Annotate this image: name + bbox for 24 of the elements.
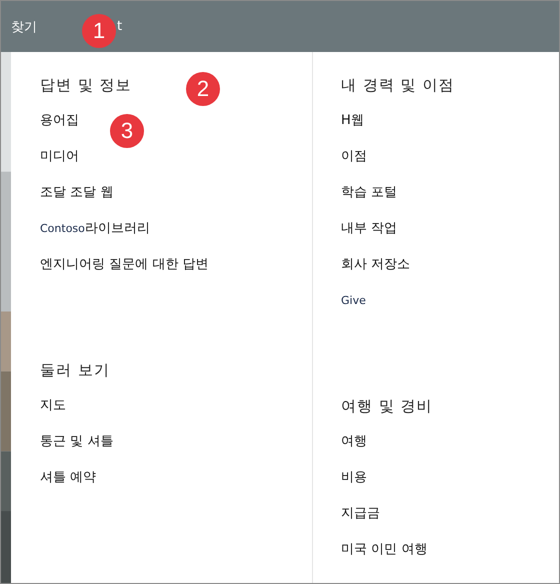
menu-link[interactable]: 엔지니어링 질문에 대한 답변 xyxy=(40,255,208,291)
menu-link[interactable]: 비용 xyxy=(341,468,367,504)
nav-link[interactable]: t xyxy=(117,19,122,34)
menu-link[interactable]: 여행 xyxy=(341,432,367,468)
menu-link[interactable]: 지급금 xyxy=(341,504,380,540)
menu-link[interactable]: 학습 포털 xyxy=(341,183,398,219)
section-heading: 둘러 보기 xyxy=(40,361,110,380)
menu-link[interactable]: 지도 xyxy=(40,396,66,432)
menu-link[interactable]: Give xyxy=(341,291,366,327)
menu-link[interactable]: 용어집 xyxy=(40,111,79,147)
menu-link[interactable]: H웹 xyxy=(341,111,364,147)
section-heading: 답변 및 정보 xyxy=(40,76,132,95)
menu-link[interactable]: 조달 조달 웹 xyxy=(40,183,114,219)
menu-link[interactable]: 회사 저장소 xyxy=(341,255,410,291)
menu-link[interactable]: 미디어 xyxy=(40,147,79,183)
menu-link[interactable]: Contoso라이브러리 xyxy=(40,219,150,255)
section-heading: 여행 및 경비 xyxy=(341,397,433,416)
menu-link[interactable]: 이점 xyxy=(341,147,367,183)
menu-link[interactable]: 미국 이민 여행 xyxy=(341,540,428,576)
nav-link[interactable]: 찾기 xyxy=(11,18,37,36)
menu-link[interactable]: 통근 및 셔틀 xyxy=(40,432,114,468)
menu-link[interactable]: 셔틀 예약 xyxy=(40,468,96,504)
menu-link[interactable]: 내부 작업 xyxy=(341,219,398,255)
section-heading: 내 경력 및 이점 xyxy=(341,76,454,95)
